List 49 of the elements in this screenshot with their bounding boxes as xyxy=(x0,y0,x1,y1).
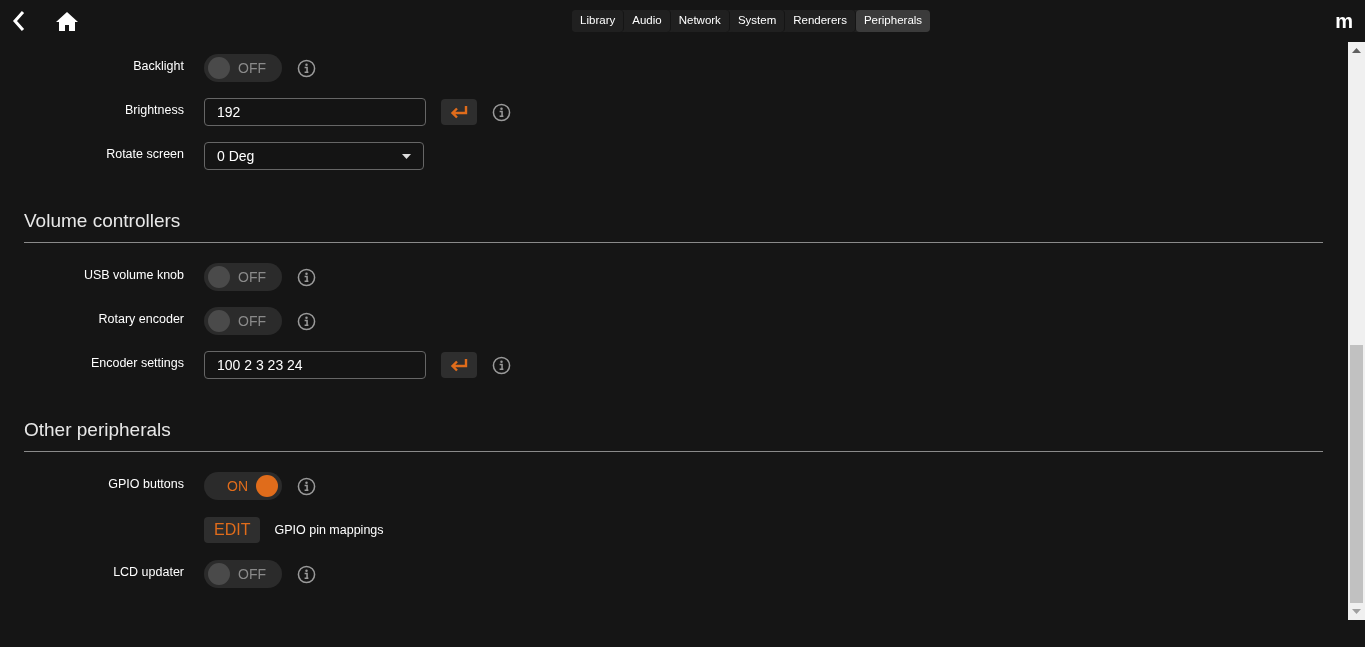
caret-icon xyxy=(402,153,411,159)
section-heading: Volume controllers xyxy=(24,210,181,231)
logo: m xyxy=(1335,9,1353,34)
text-input[interactable]: 100 2 3 23 24 xyxy=(204,351,426,379)
toggle-state: OFF xyxy=(238,267,266,287)
dropdown-select[interactable]: 0 Deg xyxy=(204,142,424,170)
toggle-switch[interactable]: OFF xyxy=(204,560,282,588)
back-icon[interactable] xyxy=(12,10,26,32)
info-icon[interactable] xyxy=(297,476,316,496)
toggle-knob xyxy=(208,563,230,585)
toggle-knob xyxy=(208,266,230,288)
setting-label: GPIO buttons xyxy=(108,475,184,493)
scrollbar[interactable] xyxy=(1348,42,1365,620)
section-heading: Other peripherals xyxy=(24,419,171,440)
info-icon[interactable] xyxy=(492,355,511,375)
toggle-knob xyxy=(208,310,230,332)
toggle-state: OFF xyxy=(238,311,266,331)
setting-label: LCD updater xyxy=(113,563,184,581)
toggle-switch[interactable]: OFF xyxy=(204,54,282,82)
toggle-knob xyxy=(256,475,278,497)
enter-button[interactable] xyxy=(441,99,477,125)
toggle-knob xyxy=(208,57,230,79)
setting-label: Encoder settings xyxy=(90,354,184,372)
toggle-switch[interactable]: OFF xyxy=(204,307,282,335)
enter-button[interactable] xyxy=(441,352,477,378)
setting-label: USB volume knob xyxy=(83,266,184,284)
setting-label: Brightness xyxy=(124,101,184,119)
toggle-switch[interactable]: OFF xyxy=(204,263,282,291)
info-icon[interactable] xyxy=(297,267,316,287)
info-icon[interactable] xyxy=(297,311,316,331)
toggle-switch[interactable]: ON xyxy=(204,472,282,500)
setting-label: Backlight xyxy=(133,57,184,75)
toggle-state: OFF xyxy=(238,58,266,78)
edit-description: GPIO pin mappings xyxy=(274,521,384,539)
toggle-state: OFF xyxy=(238,564,266,584)
info-icon[interactable] xyxy=(297,564,316,584)
setting-label: Rotate screen xyxy=(106,145,184,163)
setting-label: Rotary encoder xyxy=(98,310,184,328)
text-input[interactable]: 192 xyxy=(204,98,426,126)
toggle-state: ON xyxy=(227,476,248,496)
info-icon[interactable] xyxy=(492,102,511,122)
return-arrow-icon xyxy=(449,358,469,372)
scroll-up-icon[interactable] xyxy=(1352,48,1361,53)
info-icon[interactable] xyxy=(297,58,316,78)
scrollbar-thumb[interactable] xyxy=(1350,345,1363,603)
edit-button[interactable]: EDIT xyxy=(204,517,261,543)
home-icon[interactable] xyxy=(55,10,79,32)
settings-tab[interactable]: Peripherals xyxy=(855,10,931,32)
return-arrow-icon xyxy=(449,105,469,119)
